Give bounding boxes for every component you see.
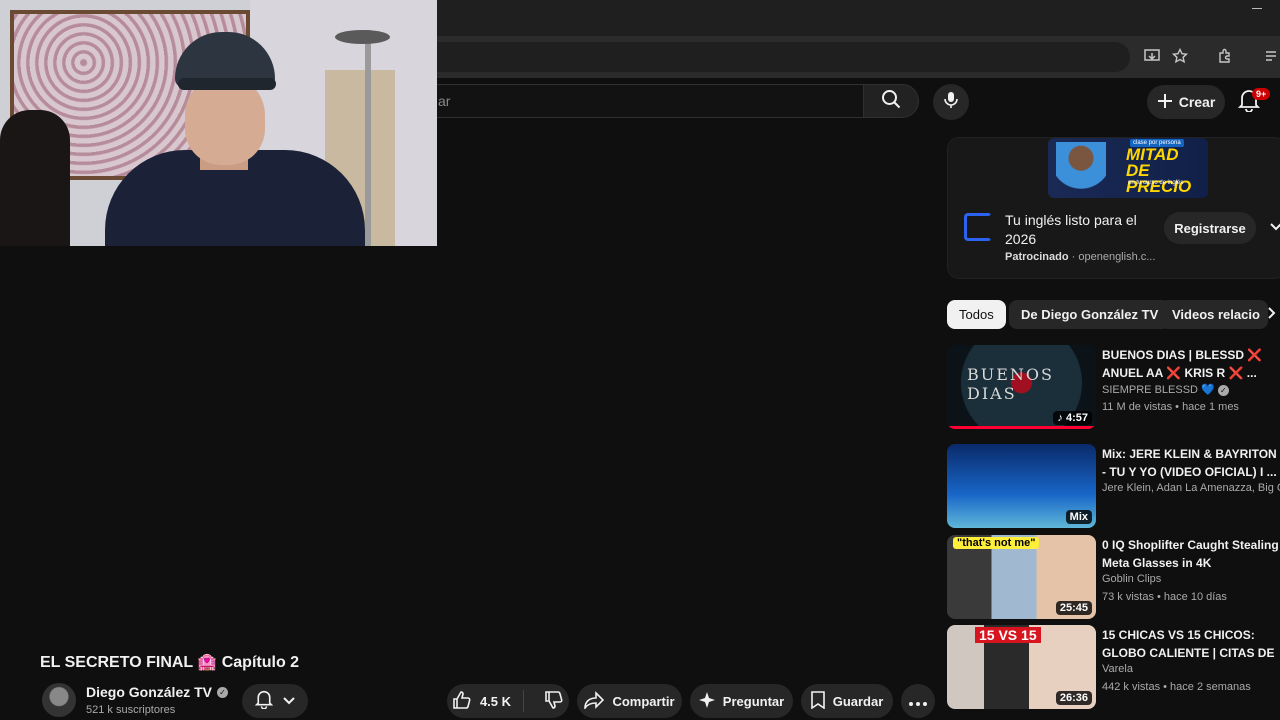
share-icon (584, 690, 605, 712)
extensions-icon[interactable] (1215, 46, 1235, 66)
ad-title[interactable]: Tu inglés listo para el 2026 (1005, 211, 1165, 249)
watch-progress-bar (947, 426, 1096, 429)
ad-banner-subline: en tu curso de inglés (1128, 180, 1184, 186)
bell-icon (254, 689, 274, 714)
chip-channel[interactable]: De Diego González TV (1009, 300, 1171, 329)
ad-meta: Patrocinado · openenglish.c... (1005, 251, 1156, 263)
video-channel[interactable]: Varela (1102, 663, 1280, 675)
media-control-icon[interactable] (1262, 46, 1280, 66)
minimize-icon[interactable] (1252, 8, 1262, 9)
thumbnail-text: "that's not me" (953, 537, 1040, 549)
share-button[interactable]: Compartir (577, 684, 682, 718)
install-app-icon[interactable] (1142, 46, 1162, 66)
register-button[interactable]: Registrarse (1164, 212, 1256, 244)
video-thumbnail[interactable]: BUENOS DIAS ♪ 4:57 (947, 345, 1096, 429)
like-count: 4.5 K (479, 693, 512, 709)
dislike-button[interactable] (532, 690, 564, 713)
video-meta: 11 M de vistas • hace 1 mes (1102, 401, 1239, 413)
search-input[interactable] (420, 84, 864, 118)
webcam-overlay (0, 0, 437, 246)
sponsored-label: Patrocinado (1005, 251, 1069, 263)
chevron-down-icon[interactable] (1270, 218, 1280, 234)
ask-button[interactable]: Preguntar (690, 684, 793, 718)
video-meta: 73 k vistas • hace 10 días (1102, 591, 1227, 603)
subscriber-count: 521 k suscriptores (86, 704, 176, 716)
recommended-video[interactable]: "that's not me" 25:45 0 IQ Shoplifter Ca… (947, 535, 1280, 619)
search-placeholder: ar (438, 93, 451, 109)
thumbs-up-icon (452, 690, 472, 713)
chevron-down-icon (283, 692, 295, 710)
video-channel[interactable]: Goblin Clips (1102, 573, 1280, 585)
like-dislike-group: 4.5 K (447, 684, 569, 718)
sponsored-ad-card[interactable]: clase por persona MITAD DE PRECIO en tu … (947, 137, 1280, 279)
like-button[interactable]: 4.5 K (452, 690, 525, 713)
video-duration: ♪ 4:57 (1053, 411, 1092, 425)
create-label: Crear (1178, 94, 1216, 110)
sparkle-icon (698, 691, 715, 711)
subscription-bell-button[interactable] (242, 684, 308, 718)
ask-label: Preguntar (722, 693, 785, 709)
video-meta: 442 k vistas • hace 2 semanas (1102, 681, 1251, 693)
thumbnail-text: BUENOS DIAS (967, 365, 1054, 403)
video-title[interactable]: Mix: JERE KLEIN & BAYRITON - TU Y YO (VI… (1102, 446, 1280, 481)
thumbnail-text: 15 VS 15 (975, 627, 1041, 643)
video-duration: 26:36 (1055, 691, 1092, 705)
more-horizontal-icon (909, 694, 927, 709)
channel-name-link[interactable]: Diego González TV ✓ (86, 684, 229, 700)
mix-badge: Mix (1065, 510, 1092, 524)
advertiser-logo (964, 213, 992, 241)
channel-name: SIEMPRE BLESSD 💙 (1102, 384, 1215, 396)
video-title[interactable]: 15 CHICAS VS 15 CHICOS: GLOBO CALIENTE |… (1102, 627, 1280, 662)
channel-name: Diego González TV (86, 684, 213, 700)
chip-todos[interactable]: Todos (947, 300, 1006, 329)
plus-icon (1157, 93, 1173, 112)
video-title: EL SECRETO FINAL 🏩 Capítulo 2 (40, 654, 300, 671)
ad-banner-headline: MITAD DE PRECIO (1126, 145, 1192, 196)
video-thumbnail[interactable]: Mix (947, 444, 1096, 528)
bookmark-icon (810, 690, 825, 712)
search-button[interactable] (863, 84, 919, 118)
video-thumbnail[interactable]: "that's not me" 25:45 (947, 535, 1096, 619)
search-icon (881, 89, 901, 114)
save-button[interactable]: Guardar (801, 684, 893, 718)
bell-icon (1237, 90, 1261, 116)
video-title[interactable]: 0 IQ Shoplifter Caught Stealing Meta Gla… (1102, 537, 1280, 572)
verified-icon: ✓ (1217, 385, 1229, 396)
save-label: Guardar (832, 693, 884, 709)
ad-domain: openenglish.c... (1078, 251, 1156, 263)
ad-banner-image[interactable]: clase por persona MITAD DE PRECIO en tu … (1048, 138, 1208, 198)
chip-related[interactable]: Videos relacio (1160, 300, 1268, 329)
recommended-video[interactable]: BUENOS DIAS ♪ 4:57 BUENOS DIAS | BLESSD … (947, 345, 1280, 429)
video-title[interactable]: BUENOS DIAS | BLESSD ❌ ANUEL AA ❌ KRIS R… (1102, 347, 1280, 382)
voice-search-button[interactable] (933, 84, 969, 120)
notification-count-badge: 9+ (1252, 88, 1271, 100)
channel-avatar[interactable] (42, 683, 76, 717)
more-actions-button[interactable] (901, 684, 935, 718)
chevron-right-icon[interactable] (1268, 306, 1276, 322)
star-icon[interactable] (1170, 46, 1190, 66)
recommended-video[interactable]: Mix Mix: JERE KLEIN & BAYRITON - TU Y YO… (947, 444, 1280, 528)
verified-icon: ✓ (217, 686, 229, 698)
share-label: Compartir (612, 693, 675, 709)
video-duration: 25:45 (1055, 601, 1092, 615)
create-button[interactable]: Crear (1147, 85, 1225, 119)
video-thumbnail[interactable]: 15 VS 15 26:36 (947, 625, 1096, 709)
recommended-video[interactable]: 15 VS 15 26:36 15 CHICAS VS 15 CHICOS: G… (947, 625, 1280, 709)
video-channel[interactable]: SIEMPRE BLESSD 💙 ✓ (1102, 383, 1280, 396)
video-channel[interactable]: Jere Klein, Adan La Amenazza, Big Cvrl (1102, 482, 1280, 494)
microphone-icon (942, 91, 960, 114)
thumbs-down-icon (544, 690, 564, 713)
